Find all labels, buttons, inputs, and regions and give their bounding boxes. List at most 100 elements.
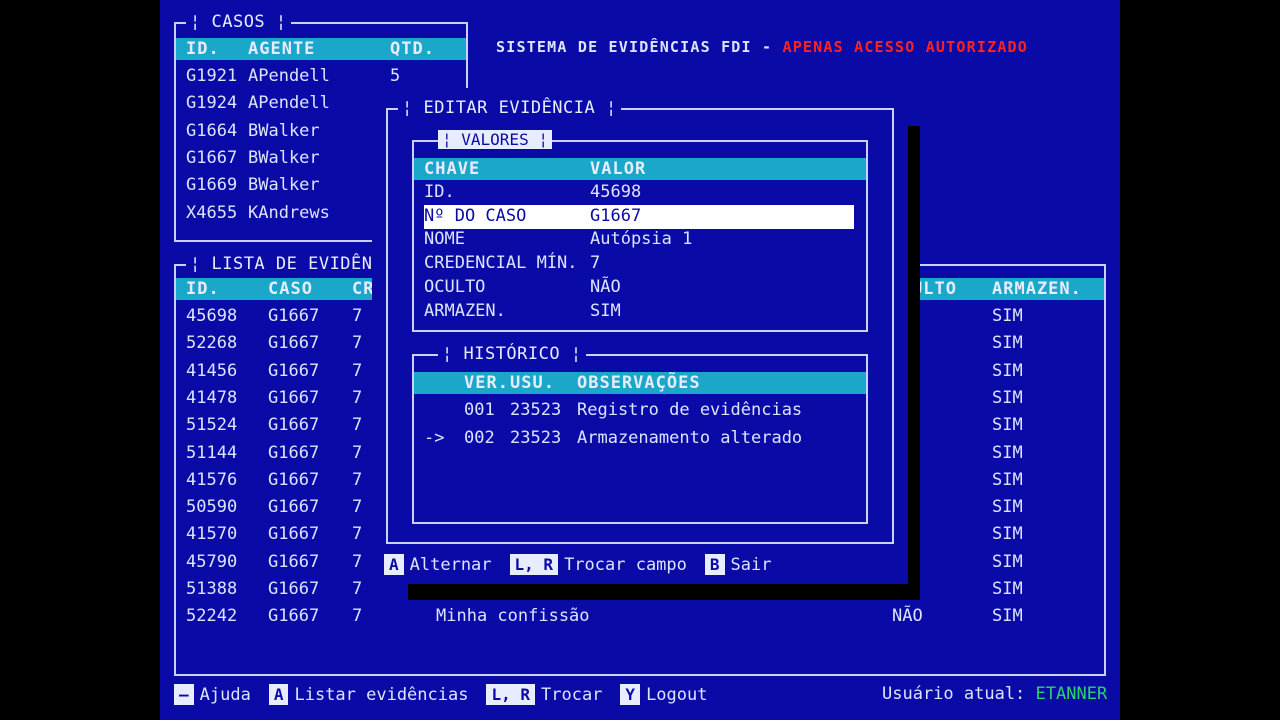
history-row[interactable]: 001 23523 Registro de evidências	[424, 400, 854, 424]
evidence-credential: 7	[352, 606, 363, 627]
action-label: Alternar	[409, 555, 492, 575]
evidence-id: 52242	[186, 606, 238, 627]
evidence-id: 50590	[186, 497, 238, 518]
cases-panel-title: ¦ CASOS ¦	[186, 12, 291, 32]
column-header-case: CASO	[268, 279, 313, 299]
history-row[interactable]: -> 002 23523 Armazenamento alterado	[424, 428, 854, 452]
evidence-case: G1667	[268, 442, 320, 463]
history-panel-title: ¦ HISTÓRICO ¦	[438, 344, 586, 364]
evidence-case: G1667	[268, 579, 320, 599]
evidence-case: G1667	[268, 306, 320, 326]
value-key: NOME	[424, 229, 465, 250]
value-row[interactable]: ID. 45698	[424, 181, 854, 205]
evidence-stored: SIM	[992, 579, 1023, 599]
evidence-case: G1667	[268, 551, 320, 572]
dialog-actions: A Alternar L, R Trocar campo B Sair	[384, 554, 789, 575]
evidence-stored: SIM	[992, 387, 1023, 408]
dialog-action-sair[interactable]: B Sair	[704, 554, 771, 575]
evidence-credential: 7	[352, 360, 363, 381]
evidence-credential: 7	[352, 551, 363, 572]
column-header-user: USU.	[510, 373, 555, 393]
value-key: ID.	[424, 182, 455, 202]
case-row[interactable]: G1921 APendell 5	[176, 66, 466, 90]
evidence-stored: SIM	[992, 333, 1023, 354]
evidence-id: 41576	[186, 469, 238, 490]
evidence-stored: SIM	[992, 606, 1023, 627]
system-header: SISTEMA DE EVIDÊNCIAS FDI - APENAS ACESS…	[496, 38, 1028, 56]
terminal-screen: ¦ CASOS ¦ ID. AGENTE QTD. G1921 APendell 5…	[160, 0, 1120, 720]
case-id: G1921	[186, 66, 238, 86]
evidence-credential: 7	[352, 497, 363, 518]
values-table-header: CHAVE VALOR	[414, 158, 866, 180]
evidence-id: 41570	[186, 524, 238, 545]
case-agent: BWalker	[248, 120, 320, 141]
evidence-credential: 7	[352, 442, 363, 463]
key-badge: A	[384, 554, 404, 575]
footer-action-listar-evid-ncias[interactable]: A Listar evidências	[268, 684, 468, 705]
case-agent: BWalker	[248, 175, 320, 196]
case-id: X4655	[186, 202, 238, 223]
action-label: Ajuda	[199, 685, 251, 705]
value-row[interactable]: CREDENCIAL MÍN. 7	[424, 252, 854, 276]
value-value: Autópsia 1	[590, 229, 693, 250]
footer-action-ajuda[interactable]: — Ajuda	[174, 684, 251, 705]
value-value: G1667	[590, 205, 642, 226]
evidence-case: G1667	[268, 360, 320, 381]
history-version: 001	[464, 400, 495, 420]
access-warning: APENAS ACESSO AUTORIZADO	[782, 38, 1029, 56]
column-header-id: ID.	[186, 39, 220, 59]
evidence-id: 52268	[186, 333, 238, 354]
evidence-id: 51524	[186, 415, 238, 436]
history-table-header: VER. USU. OBSERVAÇÕES	[414, 372, 866, 394]
column-header-stored: ARMAZEN.	[992, 279, 1082, 299]
evidence-stored: SIM	[992, 442, 1023, 463]
case-id: G1667	[186, 147, 238, 168]
current-username: ETANNER	[1035, 684, 1108, 704]
key-badge: Y	[620, 684, 641, 705]
evidence-case: G1667	[268, 415, 320, 436]
footer-action-trocar[interactable]: L, R Trocar	[486, 684, 603, 705]
current-user: Usuário atual: ETANNER	[882, 684, 1107, 704]
evidence-case: G1667	[268, 469, 320, 490]
dialog-action-alternar[interactable]: A Alternar	[384, 554, 492, 575]
action-label: Logout	[646, 685, 708, 705]
evidence-stored: SIM	[992, 469, 1023, 490]
cases-table-header: ID. AGENTE QTD.	[176, 38, 466, 60]
dialog-action-trocar-campo[interactable]: L, R Trocar campo	[509, 554, 687, 575]
column-header-qty: QTD.	[390, 39, 435, 59]
key-badge: L, R	[509, 554, 559, 575]
value-key: OCULTO	[424, 276, 486, 297]
footer-bar: — Ajuda A Listar evidências L, R Trocar Y Logou…	[174, 684, 725, 705]
system-title: SISTEMA DE EVIDÊNCIAS FDI -	[496, 38, 773, 56]
action-label: Trocar campo	[564, 555, 687, 575]
evidence-stored: SIM	[992, 306, 1023, 326]
case-agent: APendell	[248, 93, 330, 114]
column-header-key: CHAVE	[424, 159, 481, 179]
case-id: G1669	[186, 175, 238, 196]
history-user: 23523	[510, 400, 562, 420]
case-qty: 5	[390, 66, 401, 86]
value-key: ARMAZEN.	[424, 300, 506, 321]
column-header-id: ID.	[186, 279, 220, 299]
key-badge: L, R	[486, 684, 535, 705]
evidence-stored: SIM	[992, 551, 1023, 572]
current-user-label: Usuário atual:	[882, 684, 1026, 704]
evidence-id: 41456	[186, 360, 238, 381]
value-row[interactable]: OCULTO NÃO	[424, 276, 854, 300]
footer-action-logout[interactable]: Y Logout	[620, 684, 708, 705]
value-value: NÃO	[590, 276, 621, 297]
value-row[interactable]: NOME Autópsia 1	[424, 228, 854, 252]
evidence-row[interactable]: 52242 G1667 7 Minha confissão NÃO SIM	[176, 606, 1104, 630]
evidence-id: 45698	[186, 306, 238, 326]
value-value: SIM	[590, 300, 621, 321]
evidence-description: Minha confissão	[436, 606, 590, 627]
evidence-case: G1667	[268, 524, 320, 545]
case-agent: KAndrews	[248, 202, 330, 223]
edit-evidence-title: ¦ EDITAR EVIDÊNCIA ¦	[398, 98, 621, 118]
value-key: Nº DO CASO	[424, 205, 527, 226]
value-row[interactable]: ARMAZEN. SIM	[424, 300, 854, 324]
evidence-case: G1667	[268, 606, 320, 627]
value-row[interactable]: Nº DO CASO G1667	[424, 204, 854, 229]
action-label: Trocar	[541, 685, 603, 705]
evidence-id: 45790	[186, 551, 238, 572]
